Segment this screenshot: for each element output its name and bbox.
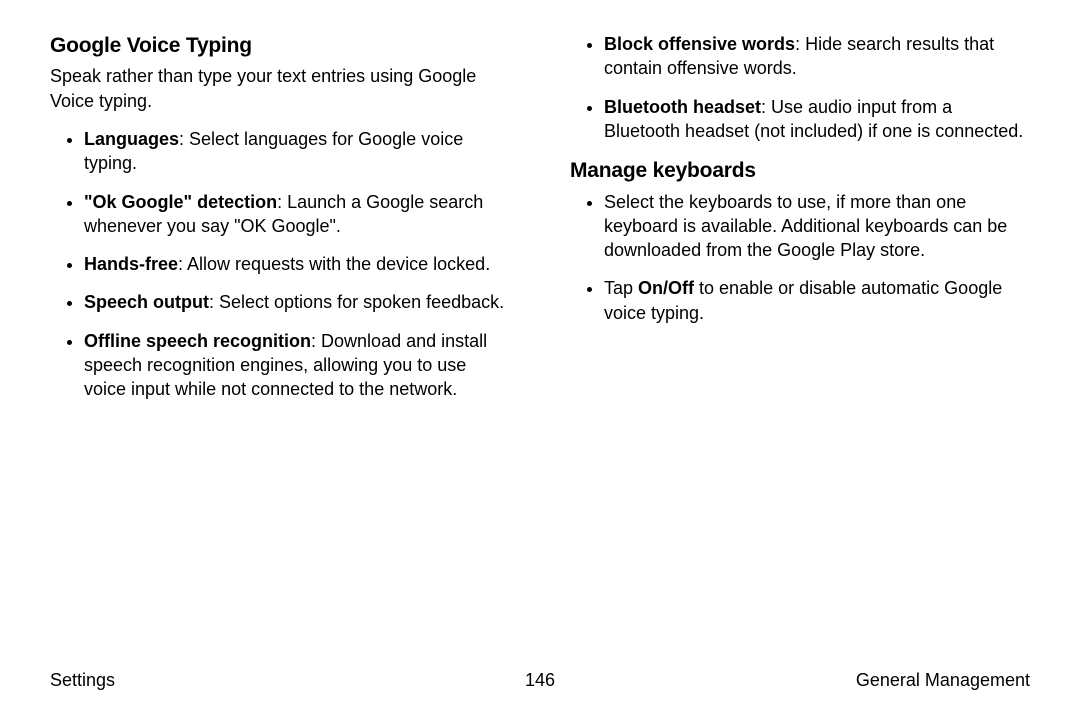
item-desc: : Allow requests with the device locked. — [178, 254, 490, 274]
heading-google-voice-typing: Google Voice Typing — [50, 32, 510, 60]
list-item: "Ok Google" detection: Launch a Google s… — [84, 190, 510, 239]
item-label: Bluetooth headset — [604, 97, 761, 117]
intro-text: Speak rather than type your text entries… — [50, 64, 510, 113]
item-label: Block offensive words — [604, 34, 795, 54]
left-column: Google Voice Typing Speak rather than ty… — [50, 32, 510, 402]
list-item: Block offensive words: Hide search resul… — [604, 32, 1030, 81]
feature-list: Languages: Select languages for Google v… — [50, 127, 510, 402]
item-plain: Select the keyboards to use, if more tha… — [604, 192, 1007, 261]
manage-list: Select the keyboards to use, if more tha… — [570, 190, 1030, 325]
list-item: Speech output: Select options for spoken… — [84, 290, 510, 314]
item-desc: : Select options for spoken feedback. — [209, 292, 504, 312]
page-footer: Settings 146 General Management — [50, 668, 1030, 692]
item-label: Offline speech recognition — [84, 331, 311, 351]
list-item: Offline speech recognition: Download and… — [84, 329, 510, 402]
list-item: Tap On/Off to enable or disable automati… — [604, 276, 1030, 325]
item-label: Languages — [84, 129, 179, 149]
item-bold: On/Off — [638, 278, 694, 298]
page: Google Voice Typing Speak rather than ty… — [0, 0, 1080, 720]
list-item: Select the keyboards to use, if more tha… — [604, 190, 1030, 263]
footer-page-number: 146 — [50, 668, 1030, 692]
list-item: Languages: Select languages for Google v… — [84, 127, 510, 176]
item-label: "Ok Google" detection — [84, 192, 277, 212]
feature-list-continued: Block offensive words: Hide search resul… — [570, 32, 1030, 143]
content-columns: Google Voice Typing Speak rather than ty… — [50, 32, 1030, 402]
item-label: Speech output — [84, 292, 209, 312]
heading-manage-keyboards: Manage keyboards — [570, 157, 1030, 185]
list-item: Hands-free: Allow requests with the devi… — [84, 252, 510, 276]
item-label: Hands-free — [84, 254, 178, 274]
right-column: Block offensive words: Hide search resul… — [570, 32, 1030, 402]
list-item: Bluetooth headset: Use audio input from … — [604, 95, 1030, 144]
item-pre: Tap — [604, 278, 638, 298]
